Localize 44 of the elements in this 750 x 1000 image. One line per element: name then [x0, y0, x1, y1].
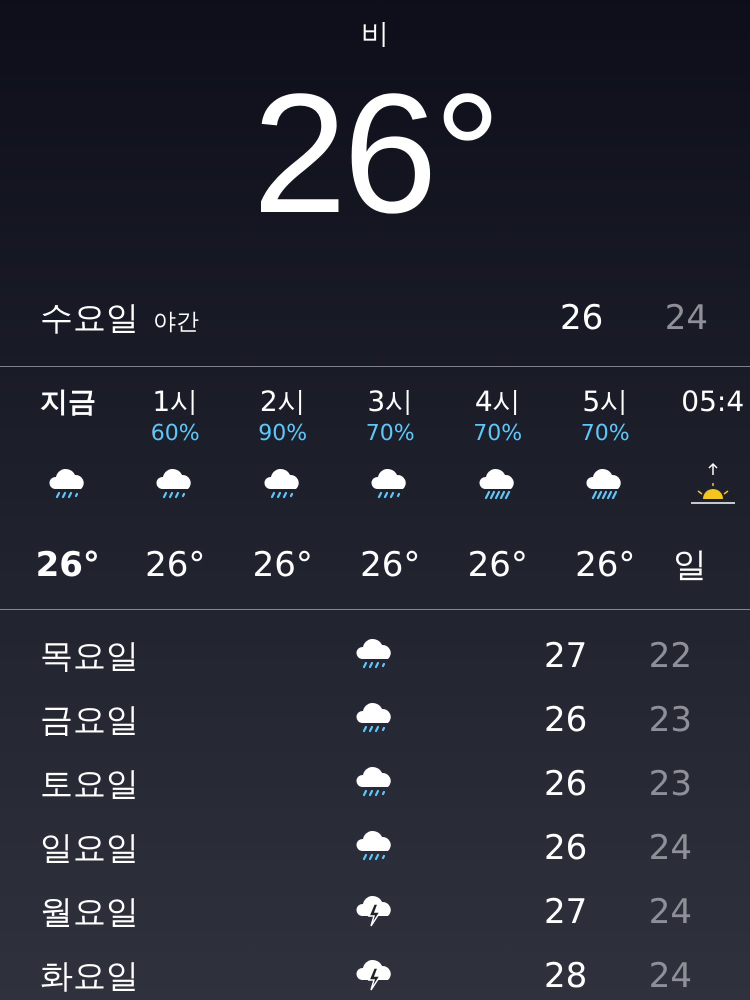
- high-temperature: 27: [544, 636, 588, 676]
- weekday-label: 화요일: [40, 954, 140, 996]
- rain-chance: 70%: [366, 420, 415, 448]
- low-temperature: 24: [664, 298, 708, 338]
- low-temperature: 23: [648, 700, 692, 740]
- low-temperature: 23: [648, 764, 692, 804]
- current-temperature: 26°: [252, 58, 498, 251]
- hour-label: 3시: [367, 385, 414, 419]
- weekday-label: 수요일: [40, 298, 139, 338]
- hour-label: 2시: [260, 385, 306, 419]
- rain-chance: 60%: [150, 420, 200, 448]
- weekday-label: 월요일: [40, 890, 140, 932]
- hour-label: 1시: [152, 385, 198, 419]
- low-temperature: 24: [648, 956, 692, 996]
- rain-chance: 70%: [580, 420, 630, 448]
- hour-label: 05:4: [681, 385, 744, 419]
- hour-temperature: 26°: [36, 544, 100, 587]
- weather-condition: 비: [361, 16, 389, 52]
- hour-temperature: 26°: [145, 544, 206, 587]
- low-temperature: 22: [648, 636, 692, 676]
- sunrise-icon: [690, 461, 736, 507]
- high-temperature: 26: [544, 700, 588, 740]
- period-label: 야간: [153, 308, 200, 337]
- hour-temperature: 일: [673, 544, 707, 587]
- hour-temperature: 26°: [360, 544, 420, 587]
- high-temperature: 27: [544, 892, 588, 932]
- hour-temperature: 26°: [468, 544, 528, 587]
- weekday-label: 목요일: [40, 634, 140, 676]
- high-temperature: 26: [560, 298, 604, 338]
- weekday-label: 토요일: [40, 762, 140, 804]
- weekday-label: 일요일: [40, 826, 140, 868]
- weekday-label: 금요일: [40, 698, 140, 740]
- rain-chance: 70%: [473, 420, 522, 448]
- hour-temperature: 26°: [252, 544, 313, 587]
- hour-label: 5시: [582, 385, 628, 419]
- hour-temperature: 26°: [575, 544, 636, 587]
- low-temperature: 24: [648, 828, 692, 868]
- rain-chance: 90%: [258, 420, 308, 448]
- high-temperature: 26: [544, 828, 588, 868]
- high-temperature: 26: [544, 764, 588, 804]
- low-temperature: 24: [648, 892, 692, 932]
- hour-label: 4시: [474, 385, 521, 419]
- high-temperature: 28: [544, 956, 588, 996]
- hour-label: 지금: [40, 385, 96, 419]
